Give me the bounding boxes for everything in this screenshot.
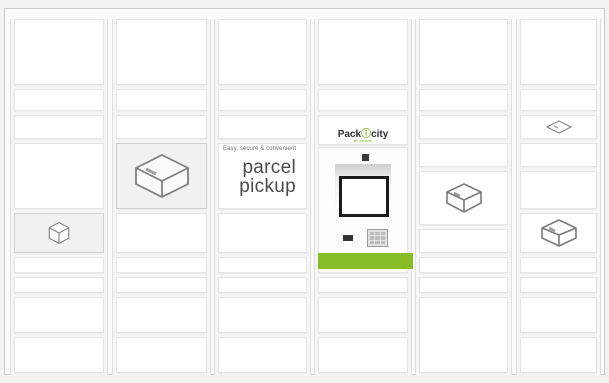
locker-door[interactable] [218, 277, 307, 293]
locker-column-6 [516, 19, 601, 375]
logo-subtitle: BY GEODIS [353, 139, 373, 143]
locker-door[interactable] [520, 19, 597, 85]
envelope-icon [545, 120, 572, 134]
locker-door[interactable] [116, 19, 207, 85]
logo-text-city: city [371, 129, 389, 140]
locker-door[interactable] [218, 89, 307, 111]
locker-door[interactable] [14, 297, 104, 333]
locker-door[interactable] [218, 213, 307, 253]
locker-door[interactable] [419, 89, 508, 111]
brand-panel: Packⓘcity BY GEODIS [318, 115, 408, 145]
locker-door[interactable] [116, 115, 207, 139]
locker-door[interactable] [14, 277, 104, 293]
kiosk-touch-screen[interactable] [339, 176, 389, 217]
locker-door[interactable] [218, 115, 307, 139]
locker-door[interactable] [520, 171, 597, 209]
locker-door[interactable] [14, 337, 104, 373]
locker-door-with-parcel[interactable] [116, 143, 207, 209]
locker-door[interactable] [318, 19, 408, 85]
locker-door[interactable] [116, 257, 207, 273]
locker-door[interactable] [116, 297, 207, 333]
locker-door[interactable] [116, 89, 207, 111]
locker-door[interactable] [218, 297, 307, 333]
kiosk-column: Packⓘcity BY GEODIS [314, 19, 413, 375]
camera-icon [362, 154, 369, 161]
locker-door[interactable] [318, 277, 408, 293]
locker-door[interactable] [218, 19, 307, 85]
locker-column-5 [415, 19, 512, 375]
locker-door[interactable] [218, 337, 307, 373]
locker-door[interactable] [419, 257, 508, 273]
locker-door[interactable] [419, 19, 508, 85]
locker-door[interactable] [520, 89, 597, 111]
locker-door[interactable] [419, 115, 508, 139]
locker-door-with-parcel[interactable] [14, 213, 104, 253]
promo-tagline: Easy, secure & convenient [223, 146, 297, 152]
locker-door-with-parcel[interactable] [520, 213, 597, 253]
card-reader-icon[interactable] [343, 235, 353, 241]
locker-door[interactable] [520, 277, 597, 293]
locker-door-with-envelope[interactable] [520, 115, 597, 139]
parcel-box-icon [540, 219, 577, 247]
locker-door[interactable] [14, 257, 104, 273]
locker-door[interactable] [419, 229, 508, 253]
parcel-box-icon [134, 153, 189, 199]
locker-door[interactable] [116, 337, 207, 373]
locker-door[interactable] [116, 213, 207, 253]
locker-door[interactable] [116, 277, 207, 293]
locker-door[interactable] [318, 89, 408, 111]
parcel-locker: Easy, secure & convenient parcel pickup … [4, 8, 605, 375]
promo-panel: Easy, secure & convenient parcel pickup [218, 143, 307, 209]
locker-door[interactable] [419, 277, 508, 293]
locker-door-with-parcel[interactable] [419, 171, 508, 225]
locker-door[interactable] [218, 257, 307, 273]
locker-door[interactable] [318, 337, 408, 373]
locker-door[interactable] [14, 19, 104, 85]
promo-word-pickup: pickup [239, 176, 296, 197]
locker-door[interactable] [14, 89, 104, 111]
locker-door[interactable] [419, 143, 508, 167]
locker-door[interactable] [419, 297, 508, 373]
parcel-box-icon [445, 183, 482, 213]
packcity-logo: Packⓘcity BY GEODIS [319, 125, 407, 143]
locker-column-2 [112, 19, 211, 375]
locker-column-3: Easy, secure & convenient parcel pickup [214, 19, 311, 375]
locker-door[interactable] [318, 297, 408, 333]
locker-door[interactable] [14, 115, 104, 139]
locker-door[interactable] [520, 143, 597, 167]
locker-column-1 [10, 19, 108, 375]
locker-door[interactable] [14, 143, 104, 209]
locker-door[interactable] [520, 297, 597, 333]
keypad[interactable] [367, 229, 388, 247]
brand-accent-strip [318, 253, 413, 269]
locker-door[interactable] [520, 337, 597, 373]
parcel-box-icon [48, 222, 70, 244]
locker-door[interactable] [520, 257, 597, 273]
